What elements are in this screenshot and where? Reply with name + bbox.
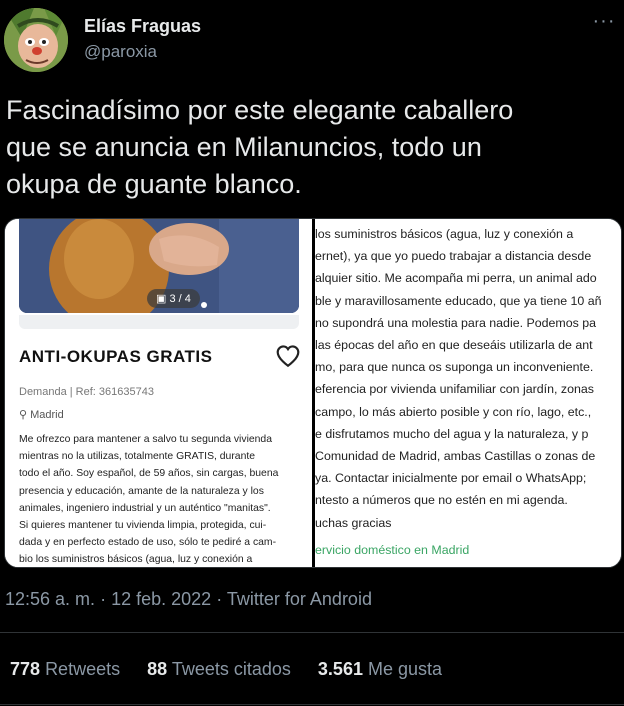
tweet-header: Elías Fraguas @paroxia ···	[0, 0, 624, 80]
ellipsis-icon: ···	[592, 10, 616, 32]
author-handle[interactable]: @paroxia	[84, 42, 157, 62]
retweets-count: 778	[10, 659, 41, 679]
ad-description-line: Si quieres mantener tu vivienda limpia, …	[19, 520, 267, 532]
author-name[interactable]: Elías Fraguas	[84, 16, 201, 37]
tweet-source[interactable]: Twitter for Android	[227, 589, 372, 609]
likes-stat[interactable]: 3.561 Me gusta	[318, 659, 442, 679]
likes-count: 3.561	[317, 659, 363, 679]
tweet-text-line: Fascinadísimo por este elegante caballer…	[6, 95, 514, 125]
tweet-media[interactable]: ▣ 3 / 4 ANTI-OKUPAS GRATIS Demanda | Ref…	[4, 218, 622, 568]
ad-description-line: Me ofrezco para mantener a salvo tu segu…	[19, 434, 272, 445]
divider	[0, 632, 624, 633]
tweet-time[interactable]: 12:56 a. m.	[5, 589, 95, 609]
ad-description-line: dada y en perfecto estado de uso, sólo t…	[19, 537, 277, 549]
ad-continued-line: ble y maravillosamente educado, que ya t…	[315, 293, 602, 308]
ad-location: ⚲ Madrid	[19, 408, 64, 421]
ad-continued-line: eferencia por vivienda unifamiliar con j…	[315, 382, 594, 397]
ad-category-link: ervicio doméstico en Madrid	[315, 543, 470, 557]
photo-counter: ▣ 3 / 4	[147, 289, 200, 308]
likes-label: Me gusta	[367, 659, 443, 679]
ad-continued-line: Comunidad de Madrid, ambas Castillas o z…	[315, 449, 596, 464]
media-image-ad-continued[interactable]: los suministros básicos (agua, luz y con…	[315, 219, 621, 567]
media-image-ad[interactable]: ▣ 3 / 4 ANTI-OKUPAS GRATIS Demanda | Ref…	[5, 219, 312, 567]
ad-continued-line: campo, lo más abierto posible y con río,…	[315, 404, 592, 419]
tweet-text-line: okupa de guante blanco.	[6, 169, 302, 199]
ad-continued-line: las épocas del año en que deseáis utiliz…	[315, 338, 593, 353]
ad-photo: ▣ 3 / 4	[19, 219, 299, 313]
meta-separator: ·	[216, 589, 223, 609]
ad-description: Me ofrezco para mantener a salvo tu segu…	[19, 431, 309, 567]
tweet-date[interactable]: 12 feb. 2022	[111, 589, 211, 609]
ad-continued-line: uchas gracias	[315, 515, 392, 530]
ad-continued-line: los suministros básicos (agua, luz y con…	[315, 227, 574, 241]
ad-description-line: todo el año. Soy español, de 59 años, si…	[19, 468, 279, 480]
ad-description-line: bio los suministros básicos (agua, luz y…	[19, 554, 253, 566]
retweets-label: Retweets	[45, 659, 121, 679]
tweet-text: Fascinadísimo por este elegante caballer…	[6, 92, 606, 203]
more-options-button[interactable]: ···	[590, 10, 618, 36]
tweet-text-line: que se anuncia en Milanuncios, todo un	[6, 132, 482, 162]
photo-counter-text: 3 / 4	[169, 293, 191, 305]
photo-strip	[19, 315, 299, 329]
ad-continued-line: ntesto a números que no estén en mi agen…	[315, 493, 568, 508]
heart-icon	[276, 345, 300, 368]
ad-title: ANTI-OKUPAS GRATIS	[19, 347, 213, 366]
ad-continued-line: mo, para que nunca os suponga un inconve…	[315, 360, 594, 375]
quotes-count: 88	[147, 659, 168, 679]
ad-continued-line: alquier sitio. Me acompaña mi perra, un …	[315, 271, 597, 286]
ad-reference: Demanda | Ref: 361635743	[19, 386, 154, 398]
ad-location-text: Madrid	[30, 409, 64, 421]
retweets-stat[interactable]: 778 Retweets	[10, 659, 120, 679]
divider	[0, 704, 624, 705]
ad-continued-line: ernet), ya que yo puedo trabajar a dista…	[315, 249, 592, 264]
avatar-illustration	[4, 8, 68, 72]
quotes-label: Tweets citados	[171, 659, 291, 679]
ad-description-line: presencia y educación, amante de la natu…	[19, 485, 264, 497]
camera-icon: ▣	[156, 293, 167, 305]
ad-continued-line: e disfrutamos mucho del agua y la natura…	[315, 426, 589, 441]
quotes-stat[interactable]: 88 Tweets citados	[147, 659, 291, 679]
meta-separator: ·	[100, 589, 107, 609]
ad-continued-line: ya. Contactar inicialmente por email o W…	[315, 471, 587, 486]
ad-continued-line: no supondrá una molestia para nadie. Pod…	[315, 315, 597, 330]
ad-description-line: animales, ingeniero industrial y un auté…	[19, 502, 271, 514]
avatar[interactable]	[4, 8, 68, 72]
ad-description-continued: los suministros básicos (agua, luz y con…	[315, 223, 621, 534]
ad-description-line: mientras no la utilizas, totalmente GRAT…	[19, 451, 256, 463]
tweet-stats: 778 Retweets 88 Tweets citados 3.561 Me …	[10, 659, 464, 680]
tweet-metadata: 12:56 a. m. · 12 feb. 2022 · Twitter for…	[5, 589, 372, 610]
location-pin-icon: ⚲	[19, 409, 28, 421]
